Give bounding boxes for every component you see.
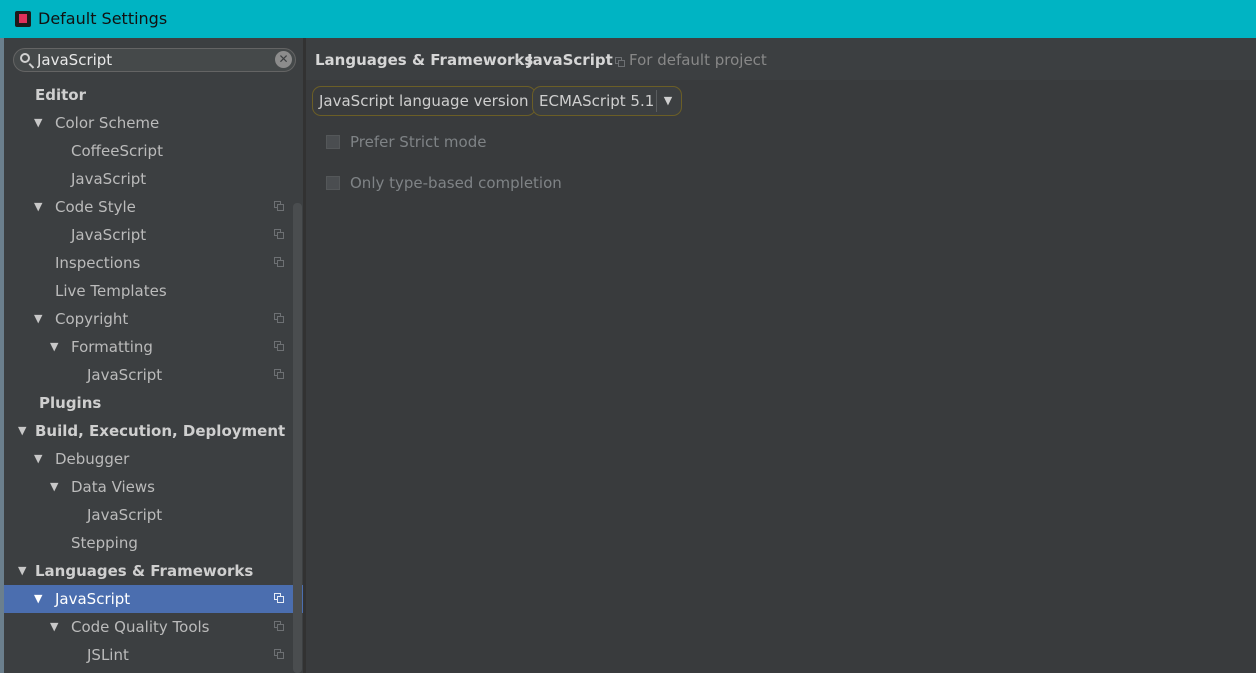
tree-item-label: CoffeeScript xyxy=(71,142,163,160)
tree-item-label: JavaScript xyxy=(55,590,131,608)
tree-item-label: JavaScript xyxy=(71,226,147,244)
project-scope-icon xyxy=(274,313,284,323)
type-based-completion-label: Only type-based completion xyxy=(350,174,562,192)
scope-label: For default project xyxy=(629,51,767,69)
javascript-settings-content: JavaScript language version ECMAScript 5… xyxy=(306,80,1256,673)
clear-icon[interactable]: ✕ xyxy=(275,51,292,68)
type-based-completion-checkbox[interactable] xyxy=(326,176,340,190)
tree-item-label: JavaScript xyxy=(87,366,163,384)
expand-arrow-icon[interactable]: ▼ xyxy=(34,585,42,613)
tree-item-javascript[interactable]: JavaScript xyxy=(4,501,303,529)
tree-item-build-execution-deployment[interactable]: ▼ Build, Execution, Deployment xyxy=(4,417,303,445)
expand-arrow-icon[interactable]: ▼ xyxy=(50,333,58,361)
expand-arrow-icon[interactable]: ▼ xyxy=(50,613,58,641)
language-version-label: JavaScript language version xyxy=(312,86,536,116)
language-version-dropdown[interactable]: ECMAScript 5.1 ▼ xyxy=(532,86,682,116)
tree-item-label: Debugger xyxy=(55,450,130,468)
tree-item-code-quality-tools[interactable]: ▼ Code Quality Tools xyxy=(4,613,303,641)
tree-item-label: Languages & Frameworks xyxy=(35,562,254,580)
tree-item-label: Build, Execution, Deployment xyxy=(35,422,286,440)
expand-arrow-icon[interactable]: ▼ xyxy=(18,417,26,445)
prefer-strict-mode-checkbox[interactable] xyxy=(326,135,340,149)
expand-arrow-icon[interactable]: ▼ xyxy=(50,473,58,501)
title-bar: Default Settings xyxy=(0,0,1256,38)
expand-arrow-icon[interactable]: ▼ xyxy=(18,557,26,585)
expand-arrow-icon[interactable]: ▼ xyxy=(34,445,42,473)
window-title: Default Settings xyxy=(38,9,168,28)
tree-item-javascript[interactable]: ▼ JavaScript xyxy=(4,585,303,613)
expand-arrow-icon[interactable]: ▼ xyxy=(34,193,42,221)
tree-item-label: Stepping xyxy=(71,534,138,552)
project-scope-icon xyxy=(274,593,284,603)
breadcrumb-languages-frameworks: Languages & Frameworks xyxy=(315,51,534,69)
intellij-app-icon xyxy=(15,11,31,27)
tree-item-copyright[interactable]: ▼ Copyright xyxy=(4,305,303,333)
tree-item-editor[interactable]: Editor xyxy=(4,81,303,109)
tree-item-label: Data Views xyxy=(71,478,155,496)
settings-main-panel: Languages & Frameworks › JavaScript For … xyxy=(306,38,1256,673)
tree-item-inspections[interactable]: Inspections xyxy=(4,249,303,277)
project-scope-icon xyxy=(274,341,284,351)
prefer-strict-mode-label: Prefer Strict mode xyxy=(350,133,487,151)
sidebar-scrollbar[interactable] xyxy=(293,203,302,673)
language-version-value: ECMAScript 5.1 xyxy=(539,92,655,110)
project-scope-icon xyxy=(274,257,284,267)
tree-item-javascript[interactable]: JavaScript xyxy=(4,361,303,389)
tree-item-plugins[interactable]: Plugins xyxy=(4,389,303,417)
tree-item-javascript[interactable]: JavaScript xyxy=(4,165,303,193)
tree-item-label: Inspections xyxy=(55,254,141,272)
tree-item-formatting[interactable]: ▼ Formatting xyxy=(4,333,303,361)
project-scope-icon xyxy=(274,229,284,239)
tree-item-languages-frameworks[interactable]: ▼ Languages & Frameworks xyxy=(4,557,303,585)
search-input[interactable] xyxy=(37,51,262,69)
tree-item-label: Code Style xyxy=(55,198,136,216)
tree-item-label: Editor xyxy=(35,86,86,104)
tree-item-javascript[interactable]: JavaScript xyxy=(4,221,303,249)
project-scope-icon xyxy=(274,201,284,211)
tree-item-live-templates[interactable]: Live Templates xyxy=(4,277,303,305)
tree-item-color-scheme[interactable]: ▼ Color Scheme xyxy=(4,109,303,137)
tree-item-label: Code Quality Tools xyxy=(71,618,210,636)
project-scope-icon xyxy=(615,57,625,67)
breadcrumb: Languages & Frameworks › JavaScript For … xyxy=(306,38,1256,81)
tree-item-jslint[interactable]: JSLint xyxy=(4,641,303,669)
search-icon xyxy=(20,53,30,63)
tree-item-coffeescript[interactable]: CoffeeScript xyxy=(4,137,303,165)
dropdown-caret-icon[interactable]: ▼ xyxy=(656,90,679,112)
settings-search-box[interactable]: ✕ xyxy=(13,48,296,72)
tree-item-label: Plugins xyxy=(39,394,102,412)
tree-item-label: Live Templates xyxy=(55,282,167,300)
tree-item-debugger[interactable]: ▼ Debugger xyxy=(4,445,303,473)
project-scope-icon xyxy=(274,649,284,659)
tree-item-label: Formatting xyxy=(71,338,153,356)
settings-sidebar: ✕ Editor ▼ Color Scheme CoffeeScript JavaScr… xyxy=(4,38,303,673)
expand-arrow-icon[interactable]: ▼ xyxy=(34,109,42,137)
breadcrumb-separator: › xyxy=(515,51,521,69)
project-scope-icon xyxy=(274,621,284,631)
project-scope-icon xyxy=(274,369,284,379)
tree-item-data-views[interactable]: ▼ Data Views xyxy=(4,473,303,501)
tree-item-code-style[interactable]: ▼ Code Style xyxy=(4,193,303,221)
tree-item-label: JavaScript xyxy=(71,170,147,188)
breadcrumb-javascript: JavaScript xyxy=(527,51,613,69)
tree-item-label: Color Scheme xyxy=(55,114,160,132)
tree-item-stepping[interactable]: Stepping xyxy=(4,529,303,557)
tree-item-label: JavaScript xyxy=(87,506,163,524)
tree-item-label: Copyright xyxy=(55,310,129,328)
tree-item-label: JSLint xyxy=(87,646,129,664)
expand-arrow-icon[interactable]: ▼ xyxy=(34,305,42,333)
